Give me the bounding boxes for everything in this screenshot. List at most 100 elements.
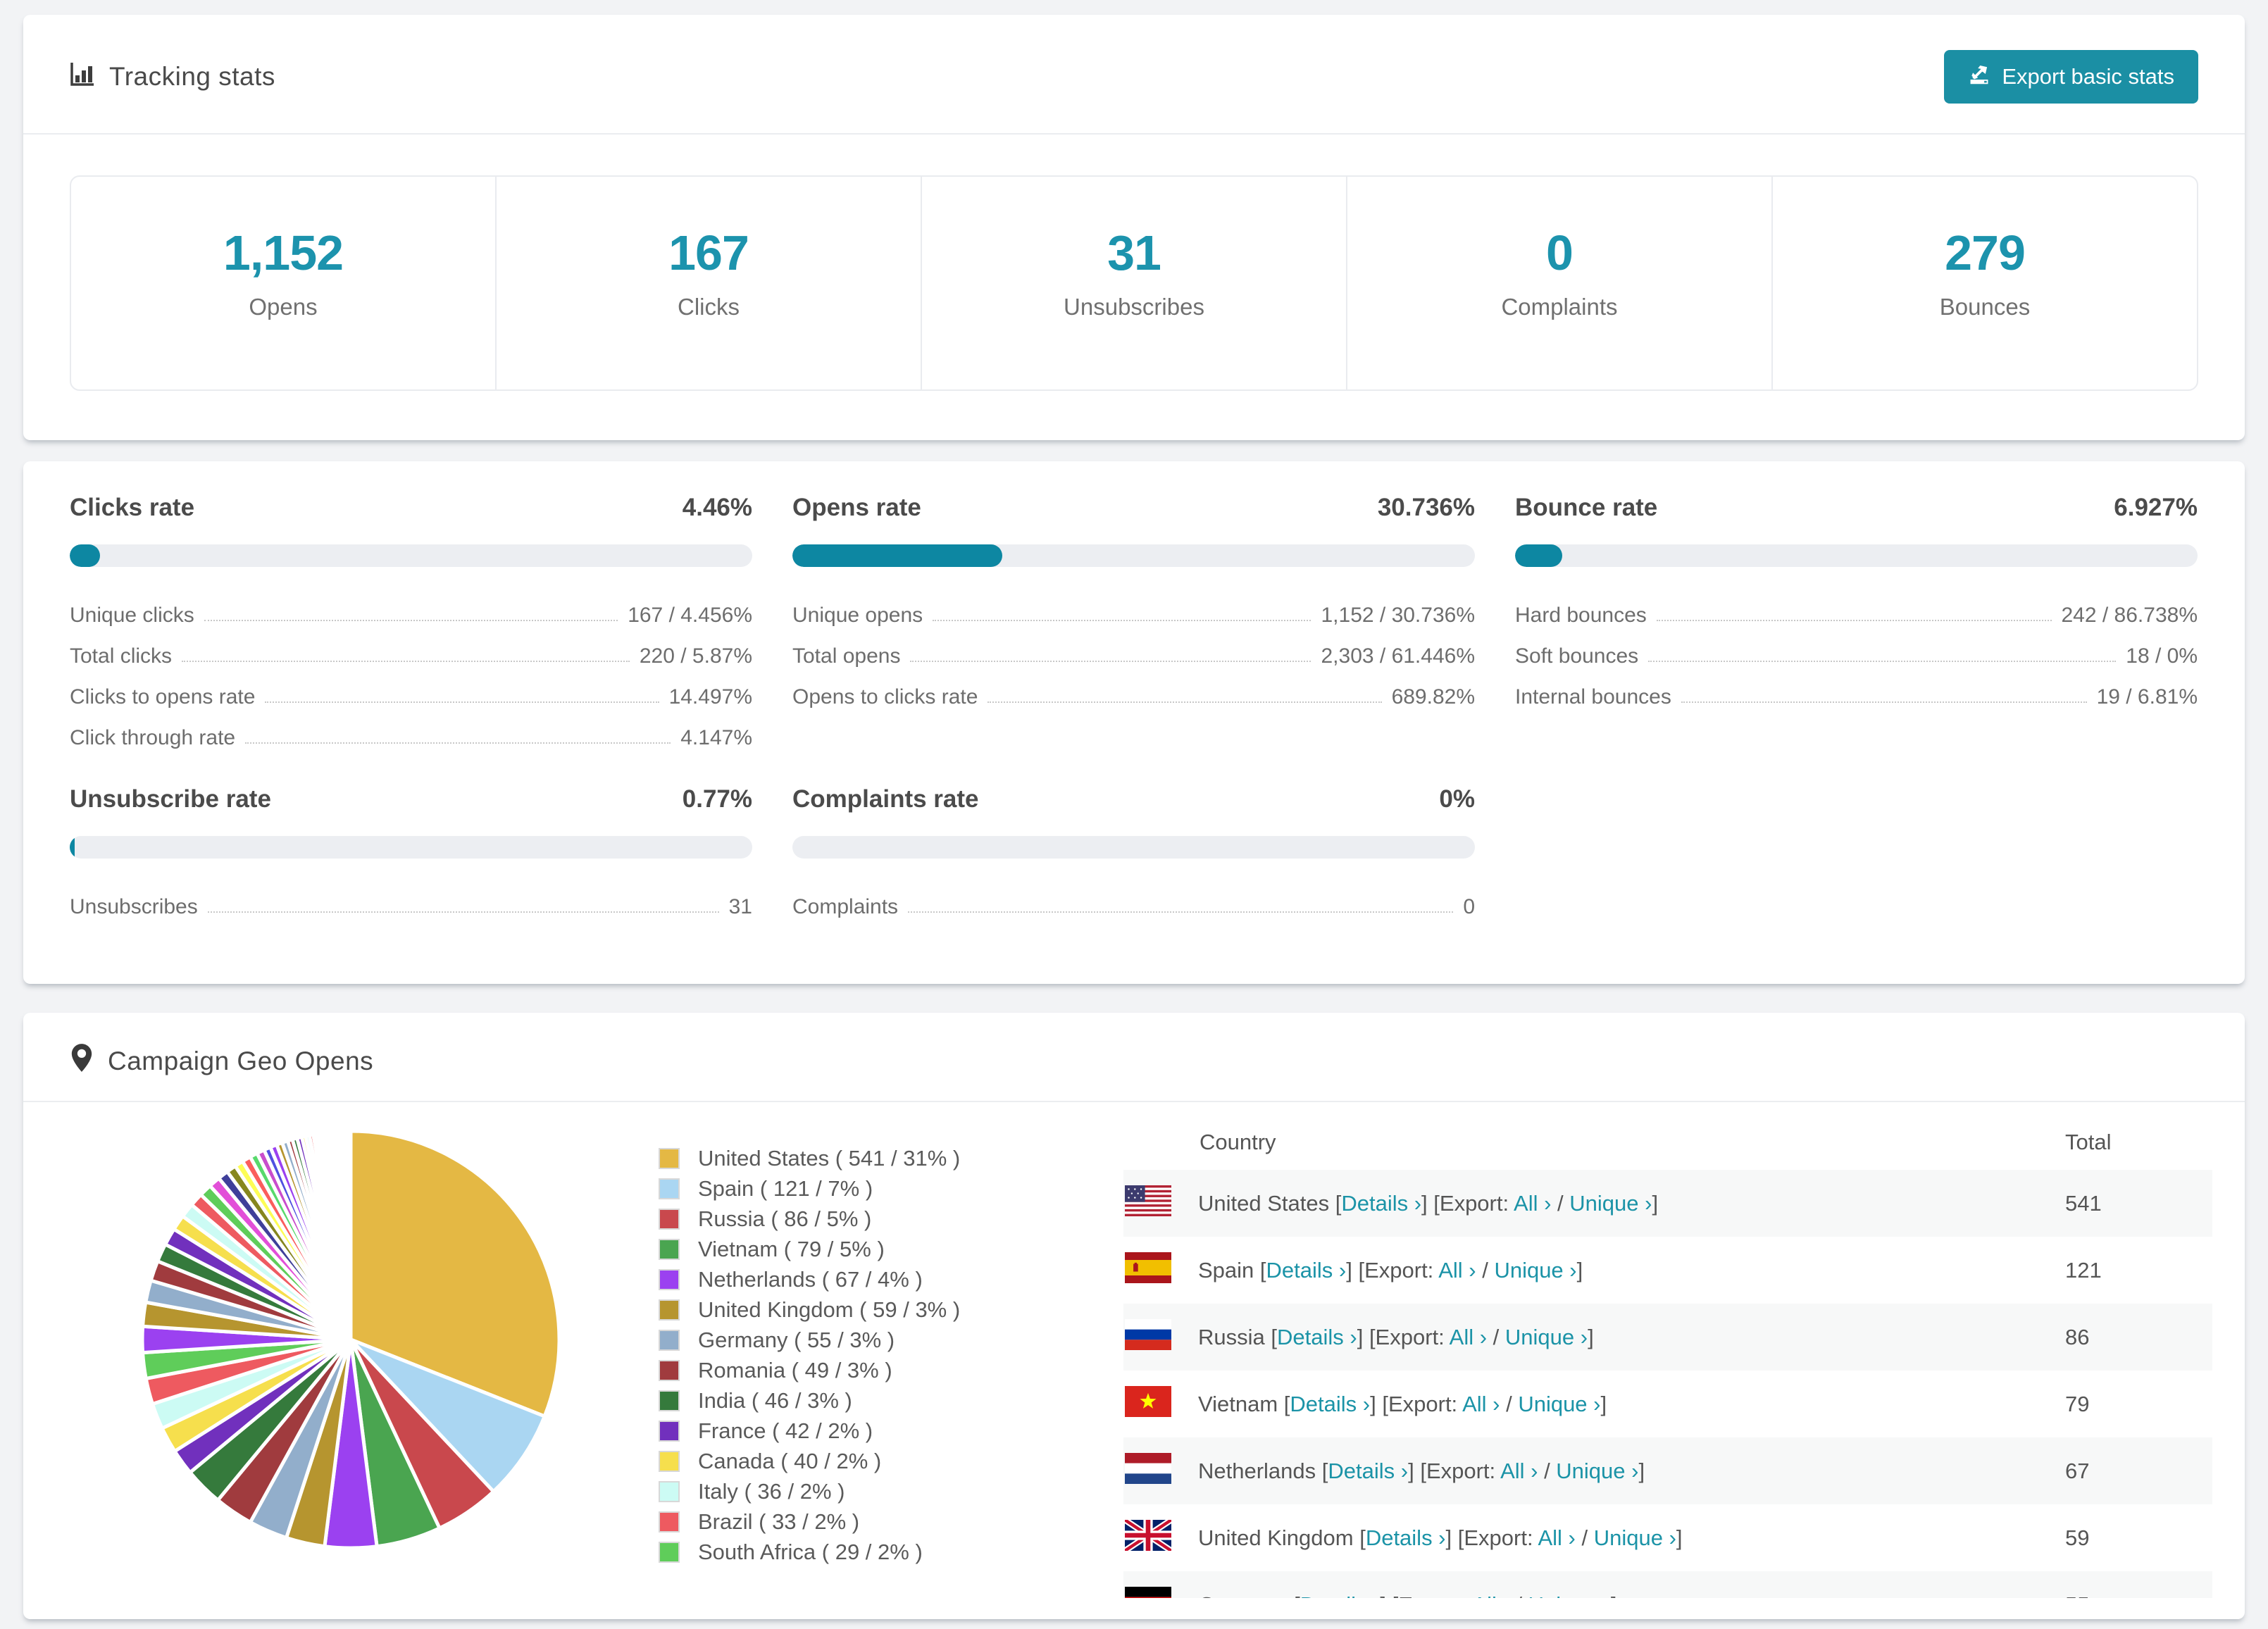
details-link[interactable]: Details ›: [1366, 1525, 1446, 1550]
total-column-header: Total: [2065, 1130, 2112, 1154]
dotted-leader: [910, 661, 1311, 662]
legend-item-spain: Spain ( 121 / 7% ): [659, 1173, 1025, 1204]
total-cell: 541: [2065, 1190, 2102, 1216]
export-unique-link[interactable]: Unique ›: [1518, 1392, 1600, 1416]
legend-label: Spain ( 121 / 7% ): [698, 1175, 873, 1201]
vn-flag-icon: [1123, 1385, 1171, 1423]
rate-stat-label: Click through rate: [70, 726, 236, 749]
export-unique-link[interactable]: Unique ›: [1569, 1191, 1652, 1216]
rate-value: 0.77%: [682, 785, 752, 813]
legend-swatch: [659, 1511, 680, 1533]
legend-label: United Kingdom ( 59 / 3% ): [698, 1297, 961, 1322]
legend-item-united-kingdom: United Kingdom ( 59 / 3% ): [659, 1294, 1025, 1325]
table-row-united-kingdom: United Kingdom [Details ›] [Export: All …: [1123, 1504, 2212, 1571]
dotted-leader: [182, 661, 630, 662]
legend-item-russia: Russia ( 86 / 5% ): [659, 1204, 1025, 1234]
legend-item-netherlands: Netherlands ( 67 / 4% ): [659, 1264, 1025, 1294]
legend-swatch: [659, 1268, 680, 1290]
rate-head: Unsubscribe rate 0.77%: [70, 785, 752, 813]
export-all-link[interactable]: All ›: [1462, 1392, 1500, 1416]
us-flag-icon: [1123, 1185, 1171, 1222]
stat-box-complaints: 0 Complaints: [1346, 177, 1771, 389]
legend-swatch: [659, 1329, 680, 1351]
rate-block-clicks-rate: Clicks rate 4.46% Unique clicks 167 / 4.456…: [70, 494, 752, 750]
dotted-leader: [204, 620, 618, 621]
stat-value: 1,152: [223, 225, 344, 280]
legend-item-south-africa: South Africa ( 29 / 2% ): [659, 1537, 1025, 1567]
export-unique-link[interactable]: Unique ›: [1594, 1525, 1676, 1550]
rate-stat-value: 220 / 5.87%: [639, 644, 752, 668]
rate-stat-row: Unique opens 1,152 / 30.736%: [792, 587, 1475, 628]
export-all-link[interactable]: All ›: [1538, 1525, 1575, 1550]
country-name: Netherlands: [1198, 1458, 1316, 1483]
export-all-link[interactable]: All ›: [1450, 1325, 1487, 1349]
export-prefix: [Export:: [1382, 1391, 1458, 1416]
rate-block-opens-rate: Opens rate 30.736% Unique opens 1,152 / 30.…: [792, 494, 1475, 750]
tracking-stats-header: Tracking stats Export basic stats: [23, 15, 2245, 135]
table-row-spain: Spain [Details ›] [Export: All › / Uniqu…: [1123, 1237, 2212, 1304]
export-prefix: [Export:: [1457, 1525, 1533, 1550]
geo-country-table: Country Total United States [Details ›] …: [1123, 1115, 2212, 1598]
legend-item-india: India ( 46 / 3% ): [659, 1385, 1025, 1416]
rate-head: Complaints rate 0%: [792, 785, 1475, 813]
rate-stat-label: Complaints: [792, 895, 899, 918]
rate-stat-value: 1,152 / 30.736%: [1321, 604, 1475, 627]
details-link[interactable]: Details ›: [1328, 1459, 1408, 1483]
country-column-header: Country: [1200, 1130, 1276, 1154]
legend-swatch: [659, 1450, 680, 1472]
export-prefix: [Export:: [1420, 1458, 1496, 1483]
geo-opens-header: Campaign Geo Opens: [23, 1013, 2245, 1102]
country-cell-text: Netherlands [Details ›] [Export: All › /…: [1198, 1458, 1645, 1483]
export-all-link[interactable]: All ›: [1438, 1258, 1476, 1282]
rate-stat-label: Unique clicks: [70, 604, 194, 627]
export-all-link[interactable]: All ›: [1514, 1191, 1551, 1216]
stat-label: Bounces: [1939, 294, 2031, 320]
rate-stat-value: 242 / 86.738%: [2061, 604, 2198, 627]
rate-stat-label: Total clicks: [70, 644, 173, 668]
rate-stat-row: Clicks to opens rate 14.497%: [70, 668, 752, 709]
details-link[interactable]: Details ›: [1290, 1392, 1370, 1416]
export-unique-link[interactable]: Unique ›: [1528, 1592, 1611, 1599]
export-prefix: [Export:: [1392, 1592, 1468, 1599]
stat-label: Complaints: [1501, 294, 1618, 320]
legend-label: United States ( 541 / 31% ): [698, 1145, 961, 1171]
legend-item-canada: Canada ( 40 / 2% ): [659, 1446, 1025, 1476]
rate-stat-value: 4.147%: [680, 726, 752, 749]
country-cell-text: Spain [Details ›] [Export: All › / Uniqu…: [1198, 1257, 1583, 1282]
export-unique-link[interactable]: Unique ›: [1505, 1325, 1588, 1349]
page-title: Tracking stats: [109, 62, 275, 91]
tracking-stats-card: Tracking stats Export basic stats 1,152 O…: [23, 15, 2245, 440]
rate-stat-label: Soft bounces: [1515, 644, 1639, 668]
country-cell-text: Vietnam [Details ›] [Export: All › / Uni…: [1198, 1391, 1607, 1416]
details-link[interactable]: Details ›: [1341, 1191, 1421, 1216]
stat-box-opens: 1,152 Opens: [71, 177, 495, 389]
dotted-leader: [1656, 620, 2052, 621]
export-all-link[interactable]: All ›: [1500, 1459, 1538, 1483]
country-name: Spain: [1198, 1257, 1254, 1282]
details-link[interactable]: Details ›: [1266, 1258, 1347, 1282]
export-basic-stats-button[interactable]: Export basic stats: [1944, 50, 2198, 104]
details-link[interactable]: Details ›: [1300, 1592, 1381, 1599]
rates-grid: Clicks rate 4.46% Unique clicks 167 / 4.456…: [70, 494, 2198, 919]
stat-box-bounces: 279 Bounces: [1771, 177, 2197, 389]
nl-flag-icon: [1123, 1452, 1171, 1490]
export-unique-link[interactable]: Unique ›: [1556, 1459, 1638, 1483]
country-cell-text: Germany [Details ›] [Export: All › / Uni…: [1198, 1592, 1616, 1599]
geo-opens-title: Campaign Geo Opens: [70, 1042, 373, 1080]
stat-box-clicks: 167 Clicks: [495, 177, 921, 389]
de-flag-icon: [1123, 1586, 1171, 1598]
rate-stat-row: Unique clicks 167 / 4.456%: [70, 587, 752, 628]
rate-stat-row: Total opens 2,303 / 61.446%: [792, 628, 1475, 668]
rate-stat-value: 14.497%: [668, 685, 752, 709]
export-all-link[interactable]: All ›: [1472, 1592, 1509, 1599]
export-unique-link[interactable]: Unique ›: [1494, 1258, 1576, 1282]
table-row-russia: Russia [Details ›] [Export: All › / Uniq…: [1123, 1304, 2212, 1371]
pie-legend: United States ( 541 / 31% ) Spain ( 121 /…: [659, 1143, 1025, 1598]
stat-label: Unsubscribes: [1064, 294, 1204, 320]
rate-head: Clicks rate 4.46%: [70, 494, 752, 522]
stat-value: 31: [1107, 225, 1161, 280]
details-link[interactable]: Details ›: [1277, 1325, 1357, 1349]
rate-stat-label: Internal bounces: [1515, 685, 1671, 709]
rate-stat-label: Opens to clicks rate: [792, 685, 978, 709]
rate-value: 6.927%: [2114, 494, 2198, 521]
